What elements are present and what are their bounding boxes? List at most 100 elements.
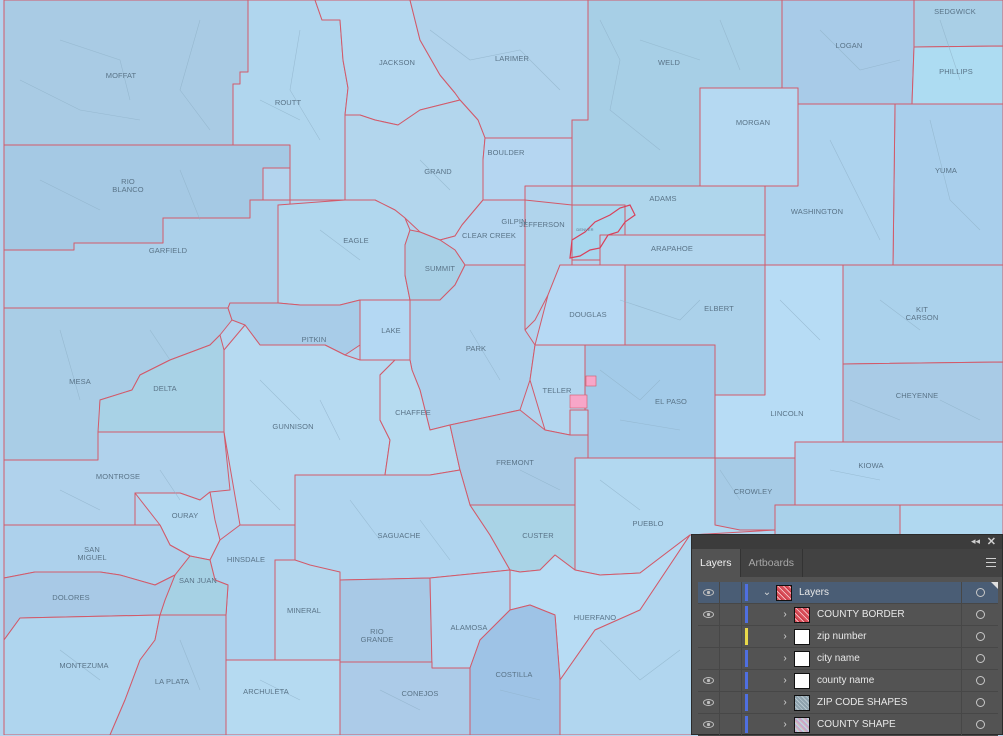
layer-name[interactable]: COUNTY SHAPE: [817, 719, 961, 730]
county-label-grand: GRAND: [424, 167, 452, 176]
layer-name[interactable]: ZIP CODE SHAPES: [817, 697, 961, 708]
county-label-line: BLANCO: [112, 185, 144, 194]
county-label-mesa: MESA: [69, 377, 91, 386]
county-label-douglas: DOUGLAS: [569, 310, 606, 319]
county-shape-conejos[interactable]: [339, 661, 471, 735]
eye-icon: [703, 611, 714, 618]
county-shape-cheyenne[interactable]: [842, 361, 1003, 443]
layer-row-county-border[interactable]: › COUNTY BORDER: [698, 604, 998, 626]
county-label-line: GRANDE: [361, 635, 394, 644]
chevron-down-icon[interactable]: ⌄: [758, 587, 776, 598]
layer-color-bar: [745, 694, 748, 711]
county-label-weld: WELD: [658, 58, 681, 67]
chevron-right-icon[interactable]: ›: [776, 719, 794, 730]
layer-name[interactable]: county name: [817, 675, 961, 686]
tab-artboards[interactable]: Artboards: [741, 549, 804, 577]
layer-row-layers[interactable]: ⌄ Layers: [698, 582, 998, 604]
chevron-right-icon[interactable]: ›: [776, 653, 794, 664]
layer-row-city-name[interactable]: › city name: [698, 648, 998, 670]
county-label-line: PITKIN: [302, 335, 327, 344]
chevron-right-icon[interactable]: ›: [776, 631, 794, 642]
target-cell[interactable]: [961, 670, 998, 691]
county-label-routt: ROUTT: [275, 98, 302, 107]
target-cell[interactable]: [961, 626, 998, 647]
layer-color-bar: [745, 628, 748, 645]
lock-toggle[interactable]: [720, 626, 742, 647]
county-label-phillips: PHILLIPS: [939, 67, 973, 76]
county-label-line: LINCOLN: [770, 409, 803, 418]
highlighted-zip-2[interactable]: [569, 394, 588, 409]
collapse-panel-icon[interactable]: ◂◂: [971, 536, 980, 547]
chevron-right-icon[interactable]: ›: [776, 675, 794, 686]
visibility-toggle[interactable]: [698, 692, 720, 713]
lock-toggle[interactable]: [720, 582, 742, 603]
county-label-line: JEFFERSON: [519, 220, 565, 229]
county-shape-archuleta[interactable]: [225, 659, 341, 735]
county-label-line: MESA: [69, 377, 91, 386]
visibility-toggle[interactable]: [698, 582, 720, 603]
county-label-sedgwick: SEDGWICK: [934, 7, 976, 16]
target-circle-icon: [975, 676, 985, 685]
target-cell[interactable]: [961, 648, 998, 669]
county-label-line: COSTILLA: [495, 670, 532, 679]
layer-row-county-shape[interactable]: › COUNTY SHAPE: [698, 714, 998, 736]
visibility-toggle[interactable]: [698, 670, 720, 691]
county-label-huerfano: HUERFANO: [574, 613, 617, 622]
layer-thumbnail: [794, 606, 810, 623]
layer-row-zip-number[interactable]: › zip number: [698, 626, 998, 648]
county-label-lake: LAKE: [381, 326, 401, 335]
county-shape-kiowa[interactable]: [794, 441, 1003, 506]
layer-name[interactable]: zip number: [817, 631, 961, 642]
visibility-toggle[interactable]: [698, 626, 720, 647]
lock-toggle[interactable]: [720, 714, 742, 735]
target-cell[interactable]: [961, 692, 998, 713]
panel-title-bar[interactable]: ◂◂ ✕: [692, 535, 1002, 549]
county-label-cheyenne: CHEYENNE: [896, 391, 938, 400]
layers-panel: ◂◂ ✕ Layers Artboards ⌄ Layers › COUNTY BOR…: [691, 534, 1003, 736]
county-shape-el-paso[interactable]: [584, 344, 716, 459]
layer-row-zip-code-shapes[interactable]: › ZIP CODE SHAPES: [698, 692, 998, 714]
county-label-line: OURAY: [172, 511, 199, 520]
county-shape-rio-grande[interactable]: [339, 577, 433, 663]
county-shape-morgan[interactable]: [699, 87, 799, 187]
target-cell[interactable]: [961, 604, 998, 625]
county-label-saguache: SAGUACHE: [378, 531, 421, 540]
lock-toggle[interactable]: [720, 604, 742, 625]
county-label-eagle: EAGLE: [343, 236, 369, 245]
county-label-line: MIGUEL: [77, 553, 106, 562]
lock-toggle[interactable]: [720, 648, 742, 669]
county-label-line: WASHINGTON: [791, 207, 843, 216]
county-label-pueblo: PUEBLO: [632, 519, 663, 528]
target-cell[interactable]: [961, 714, 998, 735]
county-label-line: CROWLEY: [734, 487, 773, 496]
highlighted-zip-1[interactable]: [585, 375, 597, 387]
layer-name[interactable]: Layers: [799, 587, 961, 598]
layer-name[interactable]: COUNTY BORDER: [817, 609, 961, 620]
lock-toggle[interactable]: [720, 692, 742, 713]
county-shape-logan[interactable]: [781, 0, 915, 105]
county-label-line: CHEYENNE: [896, 391, 938, 400]
county-label-teller: TELLER: [543, 386, 572, 395]
county-label-delta: DELTA: [153, 384, 177, 393]
visibility-toggle[interactable]: [698, 714, 720, 735]
county-label-line: PHILLIPS: [939, 67, 973, 76]
layer-name[interactable]: city name: [817, 653, 961, 664]
chevron-right-icon[interactable]: ›: [776, 697, 794, 708]
county-label-line: YUMA: [935, 166, 957, 175]
panel-menu-icon[interactable]: [986, 558, 996, 567]
county-label-hinsdale: HINSDALE: [227, 555, 265, 564]
county-shape-eagle[interactable]: [277, 199, 411, 306]
county-label-line: EAGLE: [343, 236, 369, 245]
county-shape-yuma[interactable]: [892, 103, 1003, 266]
close-panel-icon[interactable]: ✕: [987, 535, 996, 548]
county-label-la-plata: LA PLATA: [155, 677, 189, 686]
county-label-line: FREMONT: [496, 458, 534, 467]
visibility-toggle[interactable]: [698, 648, 720, 669]
county-label-line: ARAPAHOE: [651, 244, 693, 253]
layer-row-county-name[interactable]: › county name: [698, 670, 998, 692]
visibility-toggle[interactable]: [698, 604, 720, 625]
tab-layers[interactable]: Layers: [692, 549, 741, 577]
county-label-el-paso: EL PASO: [655, 397, 687, 406]
lock-toggle[interactable]: [720, 670, 742, 691]
chevron-right-icon[interactable]: ›: [776, 609, 794, 620]
